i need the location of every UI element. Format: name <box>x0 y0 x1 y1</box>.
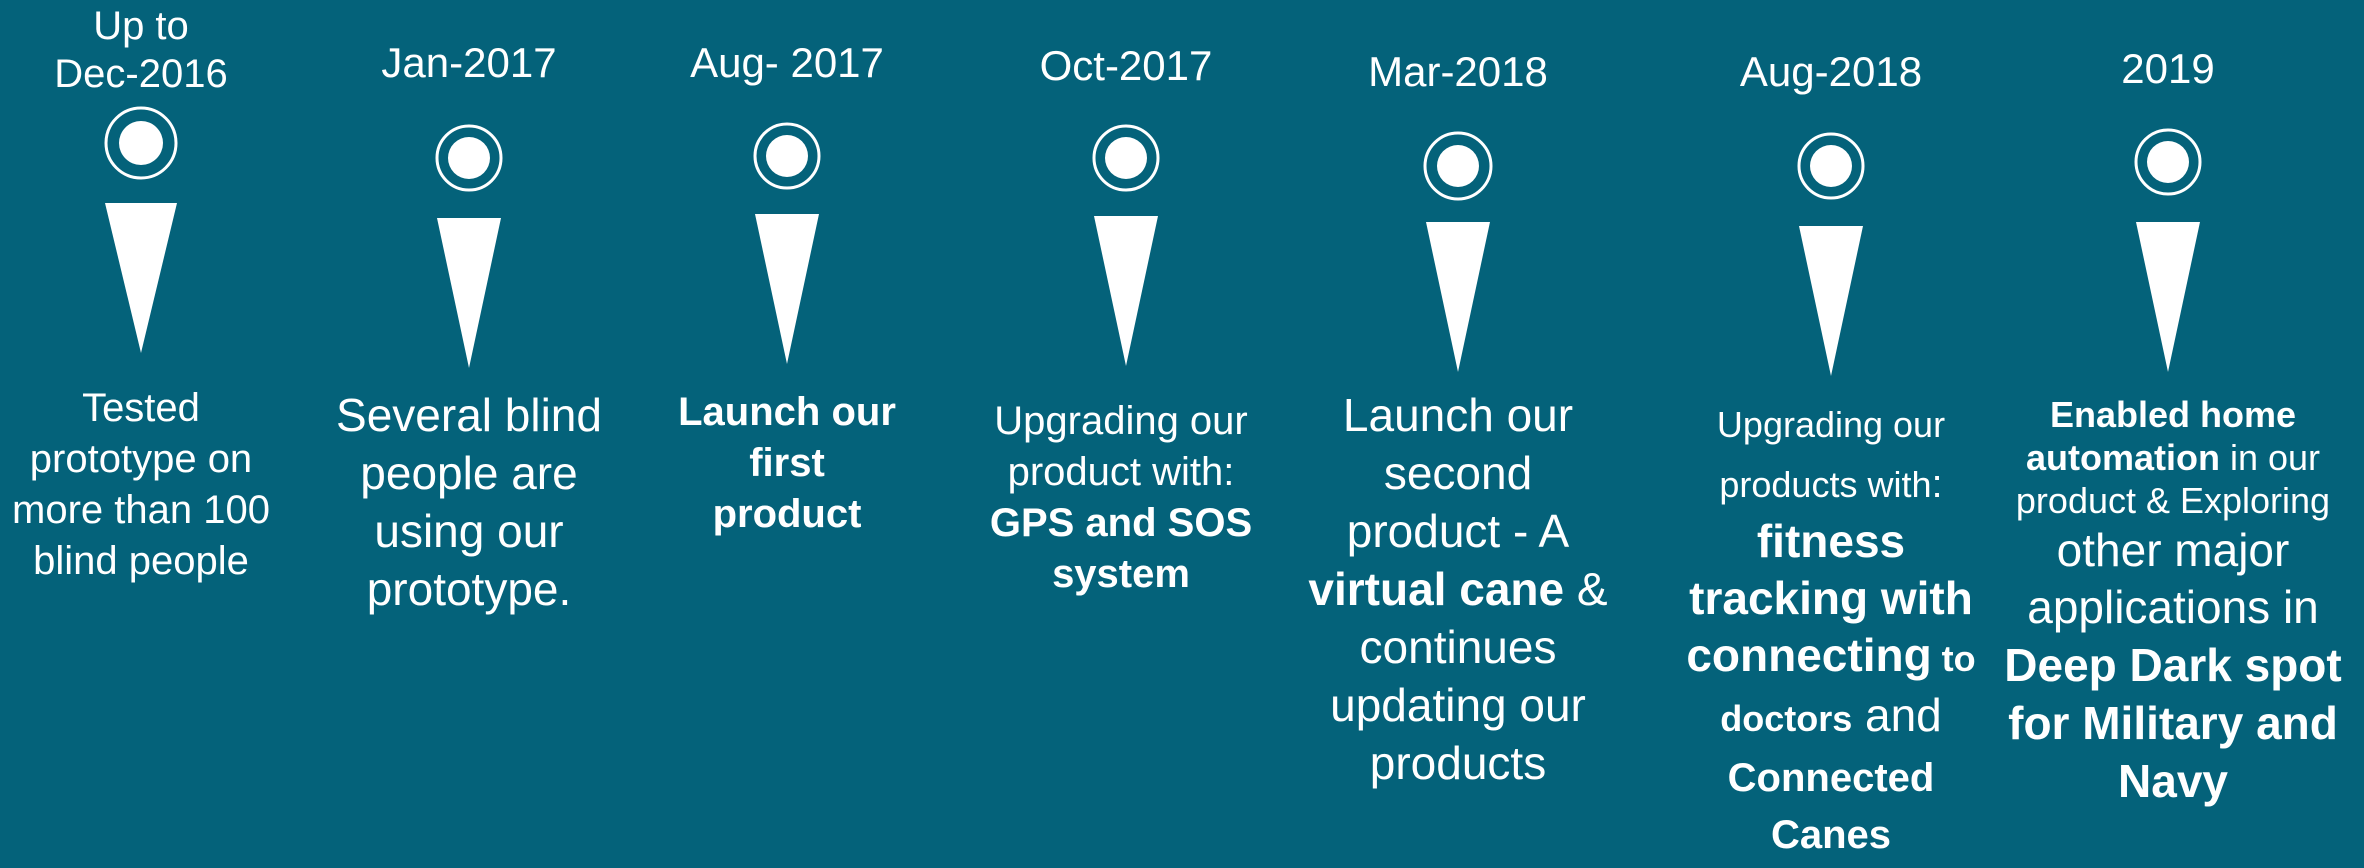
desc-text: Tested prototype on more than 100 blind … <box>12 386 270 583</box>
milestone-description: Upgrading our products with: fitness tra… <box>1666 393 1996 861</box>
pin-marker-icon <box>1797 132 1865 200</box>
desc-text: and <box>1852 689 1942 741</box>
pointer-triangle-icon <box>1094 216 1158 366</box>
pointer-triangle-icon <box>105 203 177 353</box>
desc-text-bold: Deep Dark spot for Military and Navy <box>2004 639 2342 807</box>
milestone-description: Enabled home automation in our product &… <box>1998 393 2348 810</box>
milestone-description: Upgrading our product with: GPS and SOS … <box>986 396 1256 600</box>
desc-text: : <box>1931 462 1943 506</box>
milestone-description: Launch our first product <box>672 387 902 540</box>
milestone-description: Launch our second product - A virtual ca… <box>1308 386 1608 792</box>
pointer-triangle-icon <box>2136 222 2200 372</box>
desc-text: Upgrading our products with <box>1716 404 1946 505</box>
desc-text: other major applications in <box>2027 524 2319 633</box>
pin-marker-icon <box>435 124 503 192</box>
milestone-description: Tested prototype on more than 100 blind … <box>1 383 281 587</box>
milestone-date: Mar-2018 <box>1368 48 1548 95</box>
desc-text-bold: fitness tracking with connecting <box>1686 515 1973 681</box>
milestone-description: Several blind people are using our proto… <box>329 386 609 618</box>
pin-marker-icon <box>1423 131 1493 201</box>
desc-text-bold: GPS and SOS system <box>989 501 1253 596</box>
desc-text: Launch our first product <box>678 390 896 536</box>
pointer-triangle-icon <box>1426 222 1490 372</box>
desc-text-bold: Connected Canes <box>1727 756 1935 857</box>
pointer-triangle-icon <box>437 218 501 368</box>
desc-text-bold: virtual cane <box>1308 563 1565 615</box>
pin-marker-icon <box>2134 128 2202 196</box>
desc-text: Launch our second product - A <box>1342 389 1574 557</box>
pin-marker-icon <box>104 106 178 180</box>
pin-marker-icon <box>1092 124 1160 192</box>
milestone-date: 2019 <box>2121 45 2215 92</box>
pointer-triangle-icon <box>755 214 819 364</box>
pin-marker-icon <box>753 122 821 190</box>
pointer-triangle-icon <box>1799 226 1863 376</box>
desc-text: Upgrading our product with: <box>994 399 1248 494</box>
desc-text: Several blind people are using our proto… <box>336 389 602 615</box>
